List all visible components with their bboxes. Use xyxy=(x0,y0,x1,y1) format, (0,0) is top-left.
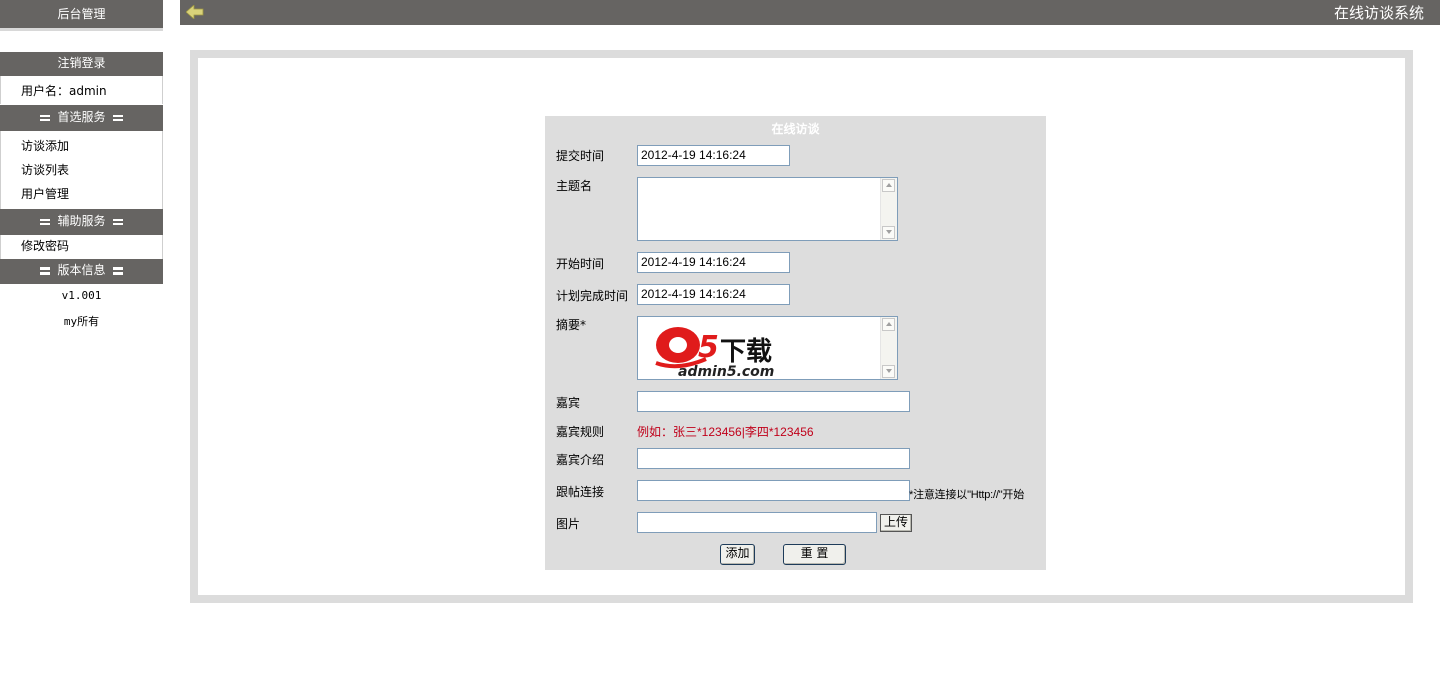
image-label: 图片 xyxy=(556,517,581,531)
app-title: 在线访谈系统 xyxy=(1333,4,1424,22)
guest-rule-label: 嘉宾规则 xyxy=(556,425,605,439)
link-hint: *注意连接以"Http://"开始 xyxy=(909,489,1025,501)
start-time-label: 开始时间 xyxy=(556,257,605,271)
upload-button[interactable]: 上传 xyxy=(880,514,912,532)
sidebar-item-add-interview[interactable]: 访谈添加 xyxy=(21,137,69,154)
menu-bars-icon xyxy=(39,113,50,123)
subject-label: 主题名 xyxy=(556,179,593,193)
top-bar: 在线访谈系统 xyxy=(180,0,1440,25)
menu-bars-icon xyxy=(113,265,124,277)
plan-end-label: 计划完成时间 xyxy=(556,289,629,303)
link-label: 跟帖连接 xyxy=(556,485,605,499)
plan-end-input[interactable]: 2012-4-19 14:16:24 xyxy=(637,284,790,305)
menu-bars-icon xyxy=(39,265,50,277)
link-input[interactable] xyxy=(637,480,910,501)
subject-textarea[interactable] xyxy=(637,177,898,241)
svg-text:5: 5 xyxy=(698,330,719,365)
aux-menu: 修改密码 xyxy=(0,235,163,259)
section-version-header: 版本信息 xyxy=(0,259,163,284)
scroll-down-icon[interactable] xyxy=(882,226,895,239)
sidebar-item-interview-list[interactable]: 访谈列表 xyxy=(21,161,69,178)
image-input[interactable] xyxy=(637,512,877,533)
preferred-menu: 访谈添加 访谈列表 用户管理 xyxy=(0,131,163,209)
guest-intro-input[interactable] xyxy=(637,448,910,469)
logo-brand-text: 下载 xyxy=(720,337,773,367)
menu-bars-icon xyxy=(113,217,124,227)
add-button[interactable]: 添加 xyxy=(720,544,755,565)
guest-intro-label: 嘉宾介绍 xyxy=(556,453,605,467)
submit-time-input[interactable]: 2012-4-19 14:16:24 xyxy=(637,145,790,166)
menu-bars-icon xyxy=(113,113,124,123)
version-text: v1.001 xyxy=(61,289,102,302)
scroll-up-icon[interactable] xyxy=(882,179,895,192)
owner-text: my所有 xyxy=(63,315,100,328)
logo-site-text: admin5.com xyxy=(678,364,775,380)
sidebar-title: 后台管理 xyxy=(0,0,163,31)
guest-label: 嘉宾 xyxy=(556,396,581,410)
username-label: 用户名：admin xyxy=(21,84,107,98)
guest-input[interactable] xyxy=(637,391,910,412)
textarea-scrollbar[interactable] xyxy=(880,178,897,240)
section-preferred-header: 首选服务 xyxy=(0,105,163,131)
start-time-input[interactable]: 2012-4-19 14:16:24 xyxy=(637,252,790,273)
summary-label: 摘要* xyxy=(556,318,587,332)
submit-time-label: 提交时间 xyxy=(556,149,605,163)
textarea-scrollbar[interactable] xyxy=(880,317,897,379)
sidebar-item-change-password[interactable]: 修改密码 xyxy=(21,237,69,254)
scroll-up-icon[interactable] xyxy=(882,318,895,331)
scroll-down-icon[interactable] xyxy=(882,365,895,378)
user-info: 用户名：admin xyxy=(0,76,163,104)
interview-form: 在线访谈 提交时间 2012-4-19 14:16:24 主题名 开始时间 20… xyxy=(545,116,1046,570)
logout-link[interactable]: 注销登录 xyxy=(0,52,163,76)
admin5-logo: 5 下载 admin5.com xyxy=(648,319,793,379)
back-arrow-icon[interactable] xyxy=(186,5,204,19)
section-aux-header: 辅助服务 xyxy=(0,209,163,235)
form-title: 在线访谈 xyxy=(771,122,820,136)
guest-rule-example: 例如：张三*123456|李四*123456 xyxy=(637,425,814,439)
reset-button[interactable]: 重 置 xyxy=(783,544,846,565)
menu-bars-icon xyxy=(39,217,50,227)
sidebar-item-user-management[interactable]: 用户管理 xyxy=(21,185,69,202)
summary-textarea[interactable]: 5 下载 admin5.com xyxy=(637,316,898,380)
